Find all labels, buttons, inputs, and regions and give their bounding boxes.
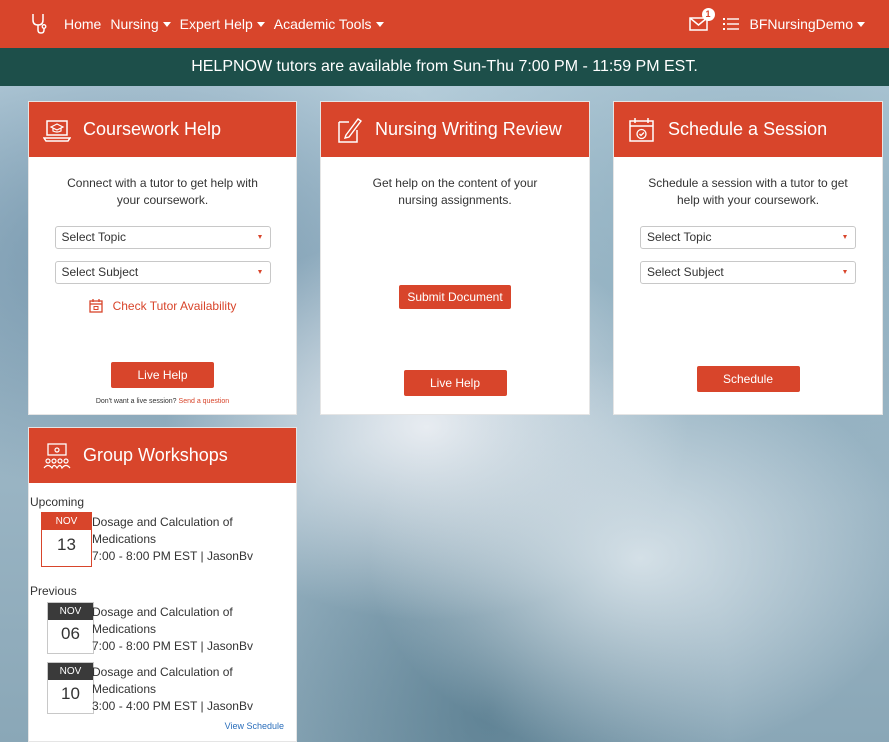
subject-select-value: Select Subject — [647, 265, 724, 279]
group-presentation-icon — [43, 442, 71, 469]
coursework-help-card: Coursework Help Connect with a tutor to … — [28, 101, 297, 415]
date-day: 13 — [57, 535, 76, 554]
workshop-item[interactable]: NOV 13 Dosage and Calculation of Medicat… — [29, 512, 296, 584]
workshop-item[interactable]: NOV 10 Dosage and Calculation of Medicat… — [29, 662, 296, 722]
workshop-title-line2: Medications — [92, 622, 157, 636]
date-month: NOV — [42, 513, 91, 530]
caret-down-icon — [257, 270, 262, 274]
caret-down-icon — [257, 235, 262, 239]
availability-banner: HELPNOW tutors are available from Sun-Th… — [0, 48, 889, 86]
schedule-session-title: Schedule a Session — [668, 119, 828, 139]
task-list-icon[interactable] — [722, 17, 739, 31]
schedule-session-card: Schedule a Session Schedule a session wi… — [613, 101, 883, 415]
send-question-row: Don't want a live session? Send a questi… — [29, 398, 296, 405]
workshop-title-line1: Dosage and Calculation of — [92, 665, 233, 679]
coursework-help-description: Connect with a tutor to get help with yo… — [67, 176, 258, 207]
caret-down-icon — [256, 21, 265, 27]
group-workshops-title: Group Workshops — [83, 445, 228, 465]
user-menu[interactable]: BFNursingDemo — [750, 16, 865, 32]
workshop-time: 3:00 - 4:00 PM EST | JasonBv — [92, 699, 253, 713]
nav-nursing[interactable]: Nursing — [110, 16, 171, 32]
caret-down-icon — [857, 21, 865, 27]
graduation-laptop-icon — [43, 119, 71, 142]
nav-right: 1 BFNursingDemo — [688, 0, 865, 48]
subject-select[interactable]: Select Subject — [54, 261, 271, 284]
nav-nursing-label: Nursing — [110, 16, 159, 32]
workshop-details: Dosage and Calculation of Medications 7:… — [92, 604, 292, 655]
coursework-help-body: Connect with a tutor to get help with yo… — [29, 175, 296, 405]
workshop-title-line2: Medications — [92, 682, 157, 696]
calendar-check-icon — [629, 117, 654, 142]
date-badge: NOV 13 — [41, 512, 92, 567]
date-day: 06 — [61, 624, 80, 643]
nav-expert-help-label: Expert Help — [179, 16, 253, 32]
banner-text: HELPNOW tutors are available from Sun-Th… — [191, 58, 698, 75]
upcoming-label: Upcoming — [30, 495, 85, 509]
workshop-details: Dosage and Calculation of Medications 7:… — [92, 514, 292, 565]
schedule-session-description: Schedule a session with a tutor to get h… — [648, 176, 848, 207]
messages-button[interactable]: 1 — [688, 8, 715, 32]
nav-academic-tools-label: Academic Tools — [273, 16, 372, 32]
workshop-title-line1: Dosage and Calculation of — [92, 605, 233, 619]
subject-select[interactable]: Select Subject — [640, 261, 856, 284]
coursework-help-header: Coursework Help — [29, 102, 296, 157]
nav-home[interactable]: Home — [64, 16, 101, 32]
workshop-time: 7:00 - 8:00 PM EST | JasonBv — [92, 639, 253, 653]
nav-home-label: Home — [64, 16, 102, 32]
notification-badge: 1 — [701, 8, 715, 21]
workshops-list: Upcoming NOV 13 Dosage and Calculation o… — [29, 483, 296, 732]
nursing-writing-review-card: Nursing Writing Review Get help on the c… — [320, 101, 590, 415]
nursing-writing-review-body: Get help on the content of your nursing … — [321, 175, 589, 396]
nursing-writing-review-description: Get help on the content of your nursing … — [372, 176, 538, 207]
group-workshops-card: Group Workshops Upcoming NOV 13 Dosage a… — [28, 427, 297, 742]
date-month: NOV — [48, 663, 93, 680]
workshop-details: Dosage and Calculation of Medications 3:… — [92, 664, 292, 715]
nursing-writing-review-title: Nursing Writing Review — [375, 119, 562, 139]
top-navbar: Home Nursing Expert Help Academic Tools … — [0, 0, 889, 48]
schedule-session-header: Schedule a Session — [614, 102, 882, 157]
workshop-title-line1: Dosage and Calculation of — [92, 515, 233, 529]
date-month: NOV — [48, 603, 93, 620]
topic-select[interactable]: Select Topic — [54, 226, 271, 249]
nav-expert-help[interactable]: Expert Help — [180, 16, 265, 32]
date-day: 10 — [61, 684, 80, 703]
caret-down-icon — [843, 235, 847, 239]
schedule-session-body: Schedule a session with a tutor to get h… — [614, 175, 882, 392]
user-name: BFNursingDemo — [749, 16, 853, 32]
submit-document-button[interactable]: Submit Document — [399, 285, 511, 309]
topic-select-value: Select Topic — [647, 230, 712, 244]
caret-down-icon — [843, 270, 847, 274]
date-badge: NOV 10 — [47, 662, 94, 714]
schedule-button[interactable]: Schedule — [696, 366, 800, 392]
workshop-time: 7:00 - 8:00 PM EST | JasonBv — [92, 549, 253, 563]
previous-label: Previous — [30, 584, 77, 598]
date-badge: NOV 06 — [47, 602, 94, 654]
caret-down-icon — [162, 21, 171, 27]
stethoscope-logo-icon[interactable] — [30, 13, 48, 35]
topic-select-value: Select Topic — [61, 230, 126, 244]
coursework-help-title: Coursework Help — [83, 119, 222, 139]
check-tutor-availability-link[interactable]: Check Tutor Availability — [29, 298, 296, 313]
caret-down-icon — [375, 21, 384, 27]
check-tutor-availability-label: Check Tutor Availability — [112, 298, 237, 313]
workshop-item[interactable]: NOV 06 Dosage and Calculation of Medicat… — [29, 602, 296, 662]
send-question-prompt: Don't want a live session? — [95, 398, 177, 405]
live-help-button[interactable]: Live Help — [111, 362, 214, 388]
live-help-button[interactable]: Live Help — [403, 370, 507, 396]
workshop-title-line2: Medications — [92, 532, 157, 546]
group-workshops-header: Group Workshops — [29, 428, 296, 483]
document-pencil-icon — [338, 117, 363, 143]
view-schedule-link[interactable]: View Schedule — [225, 721, 284, 731]
calendar-icon — [88, 299, 103, 313]
subject-select-value: Select Subject — [61, 265, 139, 279]
nav-academic-tools[interactable]: Academic Tools — [274, 16, 384, 32]
topic-select[interactable]: Select Topic — [640, 226, 856, 249]
nursing-writing-review-header: Nursing Writing Review — [321, 102, 589, 157]
send-question-link[interactable]: Send a question — [179, 398, 230, 405]
